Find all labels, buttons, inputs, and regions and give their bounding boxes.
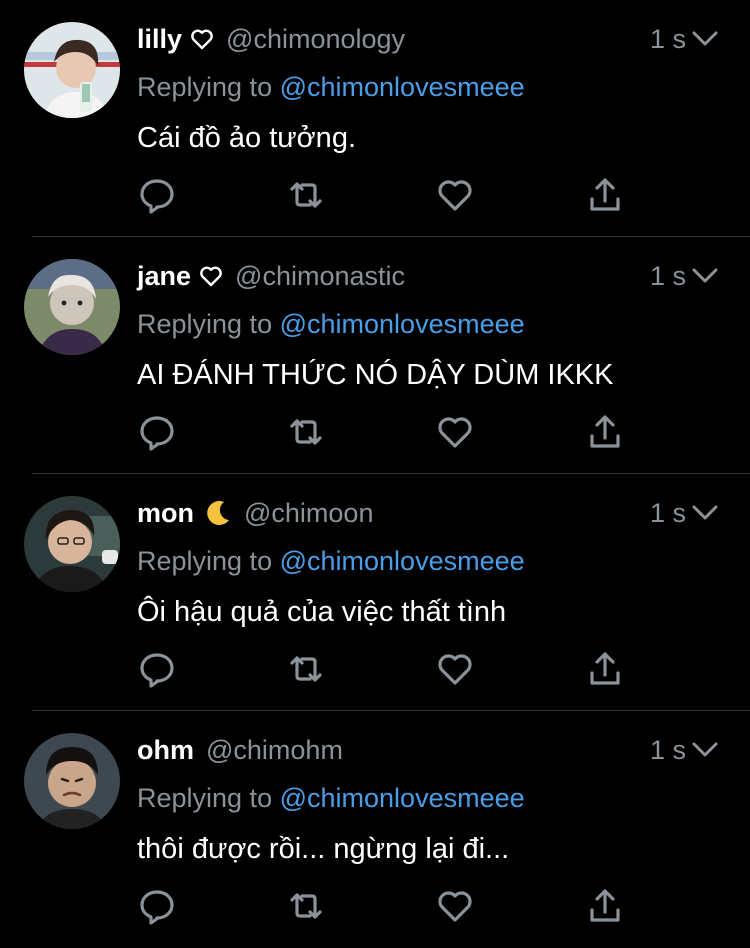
reply-icon[interactable] (137, 412, 177, 452)
reply-icon[interactable] (137, 649, 177, 689)
heart-outline-icon (199, 265, 223, 287)
display-name[interactable]: lilly (137, 24, 182, 55)
timestamp: 1 s (649, 498, 686, 528)
tweet-text: Ôi hậu quả của việc thất tình (137, 596, 507, 628)
username-handle[interactable]: @chimonastic (235, 261, 405, 292)
avatar[interactable] (24, 496, 120, 592)
like-icon[interactable] (435, 649, 475, 689)
username-handle[interactable]: @chimohm (206, 735, 343, 766)
avatar[interactable] (24, 733, 120, 829)
retweet-icon[interactable] (286, 412, 326, 452)
heart-outline-icon (190, 28, 214, 50)
share-icon[interactable] (585, 175, 625, 215)
tweet-header: lilly @chimonology (137, 22, 405, 56)
tweet[interactable]: mon @chimoon 1 s Replying to @chimonlove… (0, 474, 750, 711)
like-icon[interactable] (435, 886, 475, 926)
tweet-actions (0, 175, 750, 215)
replying-to-label: Replying to (137, 783, 273, 813)
replying-to-label: Replying to (137, 72, 273, 102)
replying-to-line: Replying to @chimonlovesmeee (137, 309, 525, 340)
username-handle[interactable]: @chimonology (226, 24, 405, 55)
tweet-header: mon @chimoon (137, 496, 373, 530)
replying-to-label: Replying to (137, 309, 273, 339)
chevron-down-icon[interactable] (692, 741, 718, 759)
tweet-actions (0, 412, 750, 452)
retweet-icon[interactable] (286, 886, 326, 926)
username-handle[interactable]: @chimoon (244, 498, 373, 529)
like-icon[interactable] (435, 412, 475, 452)
tweet-text: thôi được rồi... ngừng lại đi... (137, 833, 510, 865)
display-name[interactable]: mon (137, 498, 194, 529)
tweet-header: jane @chimonastic (137, 259, 405, 293)
timestamp: 1 s (649, 261, 686, 291)
share-icon[interactable] (585, 412, 625, 452)
timestamp: 1 s (649, 735, 686, 765)
like-icon[interactable] (435, 175, 475, 215)
tweet-actions (0, 649, 750, 689)
tweet[interactable]: lilly @chimonology 1 s Replying to @chim… (0, 0, 750, 237)
tweet-header: ohm @chimohm (137, 733, 343, 767)
timestamp: 1 s (649, 24, 686, 54)
display-name[interactable]: ohm (137, 735, 194, 766)
chevron-down-icon[interactable] (692, 504, 718, 522)
tweet-actions (0, 886, 750, 926)
chevron-down-icon[interactable] (692, 30, 718, 48)
share-icon[interactable] (585, 886, 625, 926)
reply-target-link[interactable]: @chimonlovesmeee (280, 309, 525, 339)
replying-to-line: Replying to @chimonlovesmeee (137, 783, 525, 814)
reply-icon[interactable] (137, 886, 177, 926)
reply-target-link[interactable]: @chimonlovesmeee (280, 72, 525, 102)
tweet-text: AI ĐÁNH THỨC NÓ DẬY DÙM IKKK (137, 359, 614, 391)
share-icon[interactable] (585, 649, 625, 689)
reply-target-link[interactable]: @chimonlovesmeee (280, 546, 525, 576)
retweet-icon[interactable] (286, 649, 326, 689)
avatar[interactable] (24, 22, 120, 118)
tweet[interactable]: jane @chimonastic 1 s Replying to @chimo… (0, 237, 750, 474)
reply-target-link[interactable]: @chimonlovesmeee (280, 783, 525, 813)
display-name[interactable]: jane (137, 261, 191, 292)
crescent-moon-icon (202, 498, 232, 528)
reply-icon[interactable] (137, 175, 177, 215)
replying-to-label: Replying to (137, 546, 273, 576)
replying-to-line: Replying to @chimonlovesmeee (137, 72, 525, 103)
tweet-text: Cái đồ ảo tưởng. (137, 122, 357, 154)
tweet[interactable]: ohm @chimohm 1 s Replying to @chimonlove… (0, 711, 750, 948)
chevron-down-icon[interactable] (692, 267, 718, 285)
replying-to-line: Replying to @chimonlovesmeee (137, 546, 525, 577)
retweet-icon[interactable] (286, 175, 326, 215)
avatar[interactable] (24, 259, 120, 355)
